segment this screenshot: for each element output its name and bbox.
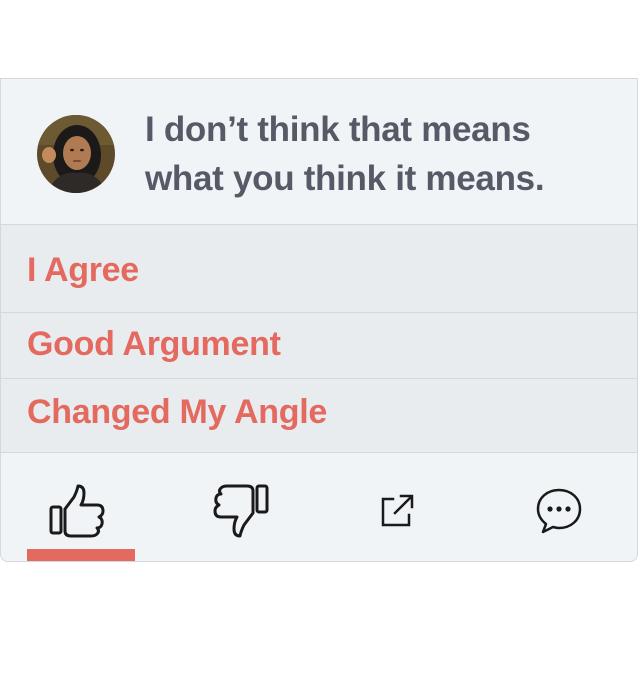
- dislike-button[interactable]: [201, 483, 281, 539]
- avatar-photo: [37, 115, 115, 193]
- reaction-i-agree[interactable]: I Agree: [1, 225, 637, 313]
- thumbs-up-icon: [49, 484, 105, 538]
- thumbs-down-icon: [213, 484, 269, 538]
- active-tab-indicator: [27, 549, 135, 561]
- quote-line-1: I don’t think that means: [145, 110, 531, 149]
- share-icon: [381, 494, 414, 527]
- quote-line-2: what you think it means.: [145, 159, 545, 198]
- quote-text: I don’t think that means what you think …: [145, 105, 625, 203]
- reaction-changed-my-angle[interactable]: Changed My Angle: [1, 379, 637, 453]
- reaction-label: I Agree: [27, 251, 139, 289]
- like-button[interactable]: [37, 483, 117, 539]
- quote-header: I don’t think that means what you think …: [1, 79, 637, 225]
- reaction-card: I don’t think that means what you think …: [0, 78, 638, 562]
- action-bar: [1, 453, 637, 561]
- avatar[interactable]: [37, 115, 115, 193]
- share-button[interactable]: [357, 483, 437, 539]
- reaction-good-argument[interactable]: Good Argument: [1, 313, 637, 379]
- reaction-label: Good Argument: [27, 325, 281, 363]
- comment-icon: [536, 488, 582, 534]
- comment-button[interactable]: [519, 483, 599, 539]
- reaction-label: Changed My Angle: [27, 393, 327, 431]
